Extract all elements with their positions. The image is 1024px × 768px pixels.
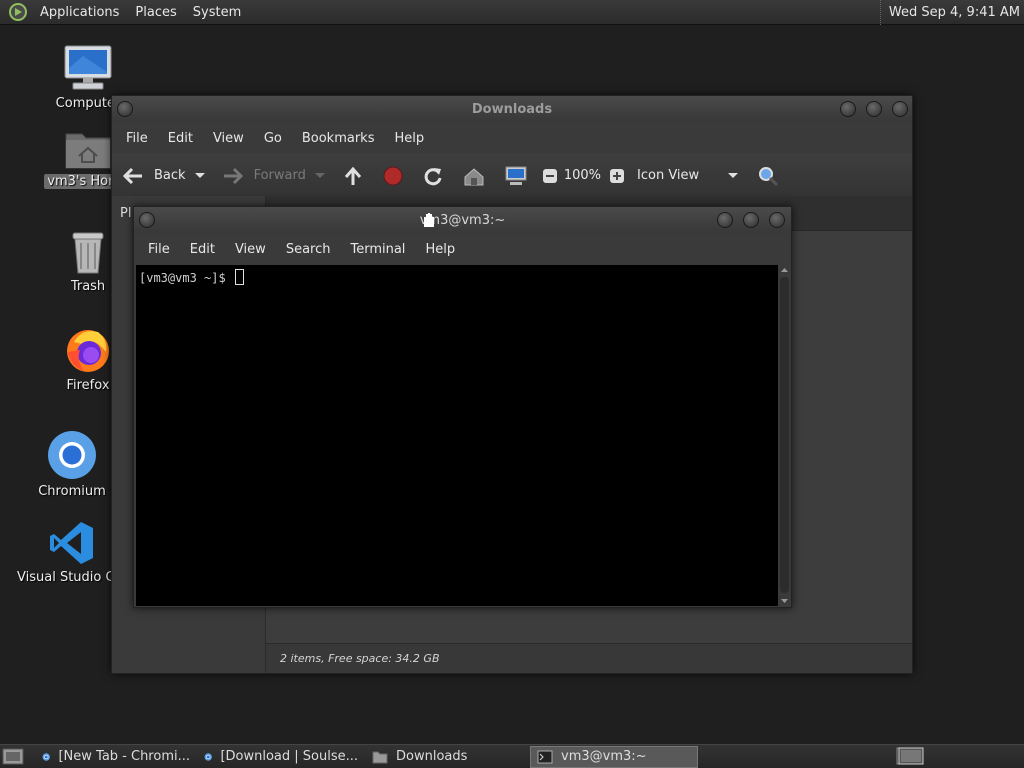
- forward-arrow-icon: [223, 167, 243, 184]
- terminal-output[interactable]: [vm3@vm3 ~]$: [136, 265, 778, 606]
- zoom-out-icon[interactable]: [542, 168, 558, 184]
- up-arrow-icon[interactable]: [342, 165, 364, 187]
- system-menu[interactable]: System: [185, 0, 249, 25]
- status-bar: 2 items, Free space: 34.2 GB: [266, 643, 912, 673]
- zoom-in-icon[interactable]: [609, 168, 625, 184]
- text-cursor: [234, 269, 244, 285]
- task-label: vm3@vm3:~: [561, 749, 647, 764]
- zoom-level: 100%: [563, 168, 602, 183]
- back-label: Back: [154, 168, 186, 183]
- terminal-window: vm3@vm3:~ File Edit View Search Terminal…: [133, 206, 792, 608]
- view-mode-select[interactable]: Icon View: [637, 168, 739, 183]
- file-manager-titlebar[interactable]: Downloads: [112, 96, 912, 122]
- maximize-button[interactable]: [866, 101, 882, 117]
- search-icon[interactable]: [757, 165, 779, 187]
- bottom-panel: [New Tab - Chromi... [Download | Soulse.…: [0, 744, 1024, 768]
- menu-terminal[interactable]: Terminal: [340, 242, 415, 257]
- menu-view[interactable]: View: [203, 131, 254, 146]
- top-panel: Applications Places System Wed Sep 4, 9:…: [0, 0, 1024, 25]
- desktop-icon-label: Trash: [70, 279, 106, 294]
- home-icon[interactable]: [462, 165, 486, 187]
- prompt-text: [vm3@vm3 ~]$: [139, 271, 233, 285]
- menu-go[interactable]: Go: [254, 131, 292, 146]
- home-folder-icon: [65, 133, 111, 169]
- workspace-1-icon[interactable]: [898, 747, 924, 765]
- maximize-button[interactable]: [743, 212, 759, 228]
- task-label: Downloads: [396, 749, 468, 764]
- chromium-icon: [42, 752, 50, 761]
- close-button[interactable]: [769, 212, 785, 228]
- file-manager-toolbar: Back Forward 100% Icon View: [112, 154, 912, 198]
- shell-prompt: [vm3@vm3 ~]$: [139, 269, 244, 285]
- distro-logo-icon[interactable]: [8, 2, 28, 22]
- show-desktop-icon[interactable]: [2, 747, 24, 767]
- window-title: Downloads: [471, 101, 553, 117]
- chromium-icon: [48, 431, 96, 479]
- desktop-icon-chromium[interactable]: Chromium: [27, 430, 117, 503]
- menu-edit[interactable]: Edit: [180, 242, 225, 257]
- taskbar-item-terminal[interactable]: vm3@vm3:~: [530, 745, 698, 768]
- taskbar-item-download-chromium[interactable]: [Download | Soulse...: [198, 746, 364, 768]
- forward-history-dropdown-icon[interactable]: [314, 172, 326, 180]
- menu-bookmarks[interactable]: Bookmarks: [292, 131, 385, 146]
- firefox-icon: [67, 330, 109, 372]
- computer-icon: [64, 45, 112, 90]
- applications-menu[interactable]: Applications: [32, 0, 127, 25]
- terminal-titlebar[interactable]: vm3@vm3:~: [134, 207, 791, 233]
- stop-icon[interactable]: [382, 165, 404, 187]
- task-label: [New Tab - Chromi...: [58, 749, 190, 764]
- clock[interactable]: Wed Sep 4, 9:41 AM: [879, 0, 1020, 25]
- scroll-down-icon[interactable]: [778, 596, 791, 606]
- taskbar-item-downloads[interactable]: Downloads: [366, 746, 528, 768]
- reload-icon[interactable]: [422, 165, 444, 187]
- trash-icon: [72, 232, 104, 274]
- menu-file[interactable]: File: [116, 131, 158, 146]
- back-button[interactable]: Back: [122, 166, 186, 186]
- terminal-icon: [537, 750, 553, 763]
- forward-label: Forward: [253, 168, 306, 183]
- task-label: [Download | Soulse...: [220, 749, 358, 764]
- minimize-button[interactable]: [840, 101, 856, 117]
- sidebar-label: Pl: [120, 206, 132, 221]
- menu-search[interactable]: Search: [276, 242, 341, 257]
- places-menu[interactable]: Places: [127, 0, 184, 25]
- forward-button[interactable]: Forward: [222, 166, 306, 186]
- back-arrow-icon: [122, 167, 142, 184]
- window-menu-button[interactable]: [139, 212, 155, 228]
- file-manager-menubar: File Edit View Go Bookmarks Help: [112, 122, 912, 154]
- scroll-up-icon[interactable]: [778, 265, 791, 275]
- menu-help[interactable]: Help: [415, 242, 465, 257]
- terminal-scrollbar[interactable]: [778, 265, 791, 606]
- menu-file[interactable]: File: [138, 242, 180, 257]
- vscode-icon: [50, 522, 93, 564]
- terminal-menubar: File Edit View Search Terminal Help: [134, 233, 791, 265]
- desktop-icon-label: Firefox: [66, 378, 110, 393]
- menu-help[interactable]: Help: [384, 131, 434, 146]
- back-history-dropdown-icon[interactable]: [194, 172, 206, 180]
- window-menu-button[interactable]: [117, 101, 133, 117]
- taskbar-item-new-tab-chromium[interactable]: [New Tab - Chromi...: [36, 746, 196, 768]
- minimize-button[interactable]: [717, 212, 733, 228]
- close-button[interactable]: [892, 101, 908, 117]
- menu-view[interactable]: View: [225, 242, 276, 257]
- view-mode-value: Icon View: [637, 168, 700, 183]
- hand-cursor-icon: [424, 213, 434, 227]
- chromium-icon: [204, 752, 212, 761]
- chevron-down-icon: [728, 172, 739, 178]
- menu-edit[interactable]: Edit: [158, 131, 203, 146]
- folder-icon: [372, 751, 388, 763]
- desktop-icon-label: Chromium: [38, 484, 106, 499]
- computer-icon[interactable]: [504, 165, 528, 187]
- scrollbar-thumb[interactable]: [780, 277, 789, 593]
